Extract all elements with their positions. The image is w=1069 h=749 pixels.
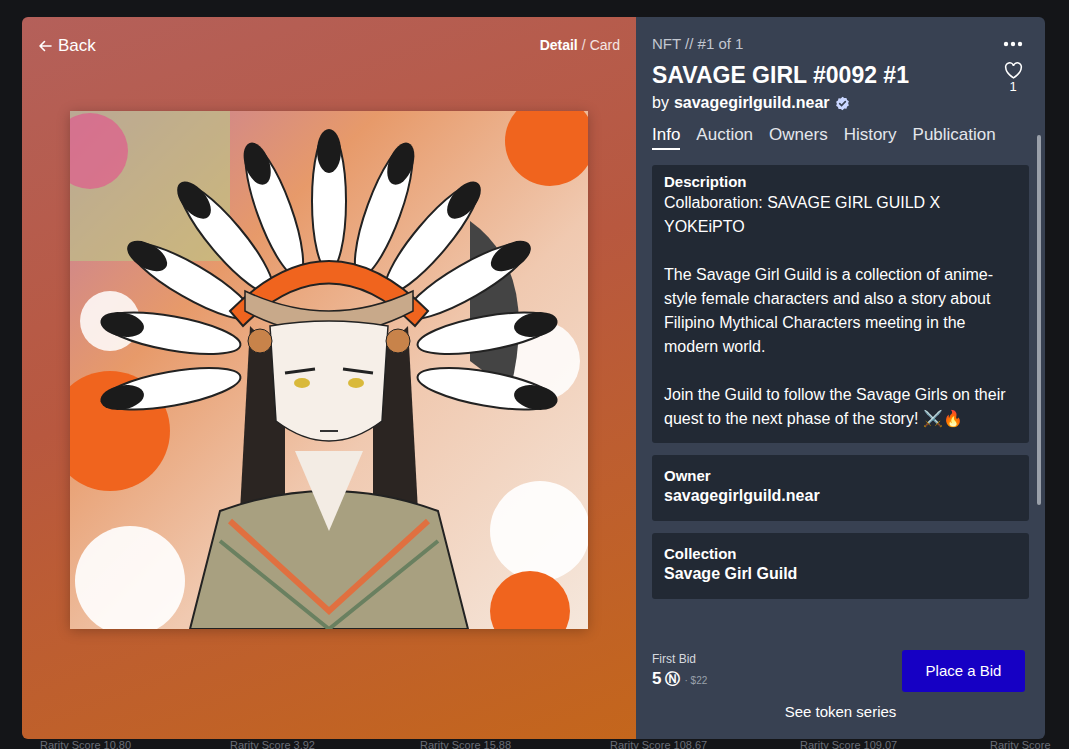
tab[interactable]: Auction [696, 124, 753, 150]
rarity-score: Rarity Score 15.88 [420, 739, 610, 749]
description-paragraph: Join the Guild to follow the Savage Girl… [664, 383, 1017, 431]
owner-label: Owner [664, 467, 1017, 485]
tab-label: Publication [913, 125, 996, 144]
info-scroll: Description Collaboration: SAVAGE GIRL G… [652, 165, 1029, 642]
place-bid-button[interactable]: Place a Bid [902, 650, 1025, 692]
info-header: NFT // #1 of 1 SAVAGE GIRL #0092 #1 by s… [652, 17, 1029, 114]
image-pane: Back Detail / Card [22, 17, 636, 739]
bid-amount: 5 [652, 667, 661, 691]
tab[interactable]: Publication [913, 124, 996, 150]
info-pane: NFT // #1 of 1 SAVAGE GIRL #0092 #1 by s… [636, 17, 1045, 739]
nft-artwork [70, 111, 588, 629]
bid-label: First Bid [652, 651, 707, 667]
by-label: by [652, 92, 669, 114]
tab-bar: Info Auction Owners History Publication [652, 124, 1029, 150]
rarity-row: Rarity Score 10.80Rarity Score 3.92Rarit… [0, 739, 1069, 749]
pane-header: Back Detail / Card [22, 17, 636, 59]
nft-modal: Back Detail / Card [22, 17, 1045, 739]
see-token-series-link[interactable]: See token series [785, 702, 897, 722]
creator-row: by savagegirlguild.near [652, 92, 909, 114]
rarity-score: Rarity Score 10.80 [40, 739, 230, 749]
rarity-score: Rarity Score 3.92 [230, 739, 420, 749]
description-card: Description Collaboration: SAVAGE GIRL G… [652, 165, 1029, 443]
card-view[interactable]: Card [590, 35, 620, 56]
view-separator: / [582, 35, 586, 56]
tab[interactable]: Owners [769, 124, 828, 150]
collection-value[interactable]: Savage Girl Guild [664, 563, 1017, 585]
bid-usd: · $22 [684, 673, 707, 688]
description-label: Description [664, 173, 1017, 191]
back-button[interactable]: Back [38, 33, 96, 59]
scrollbar[interactable] [1037, 135, 1041, 505]
owner-value[interactable]: savagegirlguild.near [664, 485, 1017, 507]
tab-label: Owners [769, 125, 828, 144]
tab-label: Auction [696, 125, 753, 144]
tab-label: Info [652, 125, 680, 144]
owner-card: Owner savagegirlguild.near [652, 455, 1029, 521]
artwork-illustration-icon [70, 111, 588, 629]
verified-badge-icon [835, 96, 850, 111]
creator-link[interactable]: savagegirlguild.near [674, 92, 830, 114]
bid-price: 5 Ⓝ · $22 [652, 667, 707, 691]
description-paragraph: The Savage Girl Guild is a collection of… [664, 263, 1017, 359]
background-gallery: Rarity Score 10.80Rarity Score 3.92Rarit… [0, 739, 1069, 749]
like-count: 1 [1009, 79, 1016, 95]
bid-footer: First Bid 5 Ⓝ · $22 Place a Bid See toke… [652, 642, 1029, 739]
collection-card: Collection Savage Girl Guild [652, 533, 1029, 599]
nft-title: SAVAGE GIRL #0092 #1 [652, 60, 909, 90]
near-currency: Ⓝ [665, 668, 680, 691]
tab-label: History [844, 125, 897, 144]
collection-label: Collection [664, 545, 1017, 563]
heart-icon[interactable] [1004, 62, 1023, 79]
view-toggle: Detail / Card [540, 35, 620, 56]
detail-view[interactable]: Detail [540, 35, 578, 56]
rarity-score: Rarity Score [990, 739, 1069, 749]
more-menu-icon[interactable] [1003, 41, 1023, 47]
arrow-left-icon [38, 39, 52, 53]
edition-label: NFT // #1 of 1 [652, 34, 909, 54]
rarity-score: Rarity Score 109.07 [800, 739, 990, 749]
description-paragraph: Collaboration: SAVAGE GIRL GUILD X YOKEi… [664, 191, 1017, 239]
rarity-score: Rarity Score 108.67 [610, 739, 800, 749]
tab[interactable]: History [844, 124, 897, 150]
description-text: Collaboration: SAVAGE GIRL GUILD X YOKEi… [664, 191, 1017, 431]
tab[interactable]: Info [652, 124, 680, 150]
